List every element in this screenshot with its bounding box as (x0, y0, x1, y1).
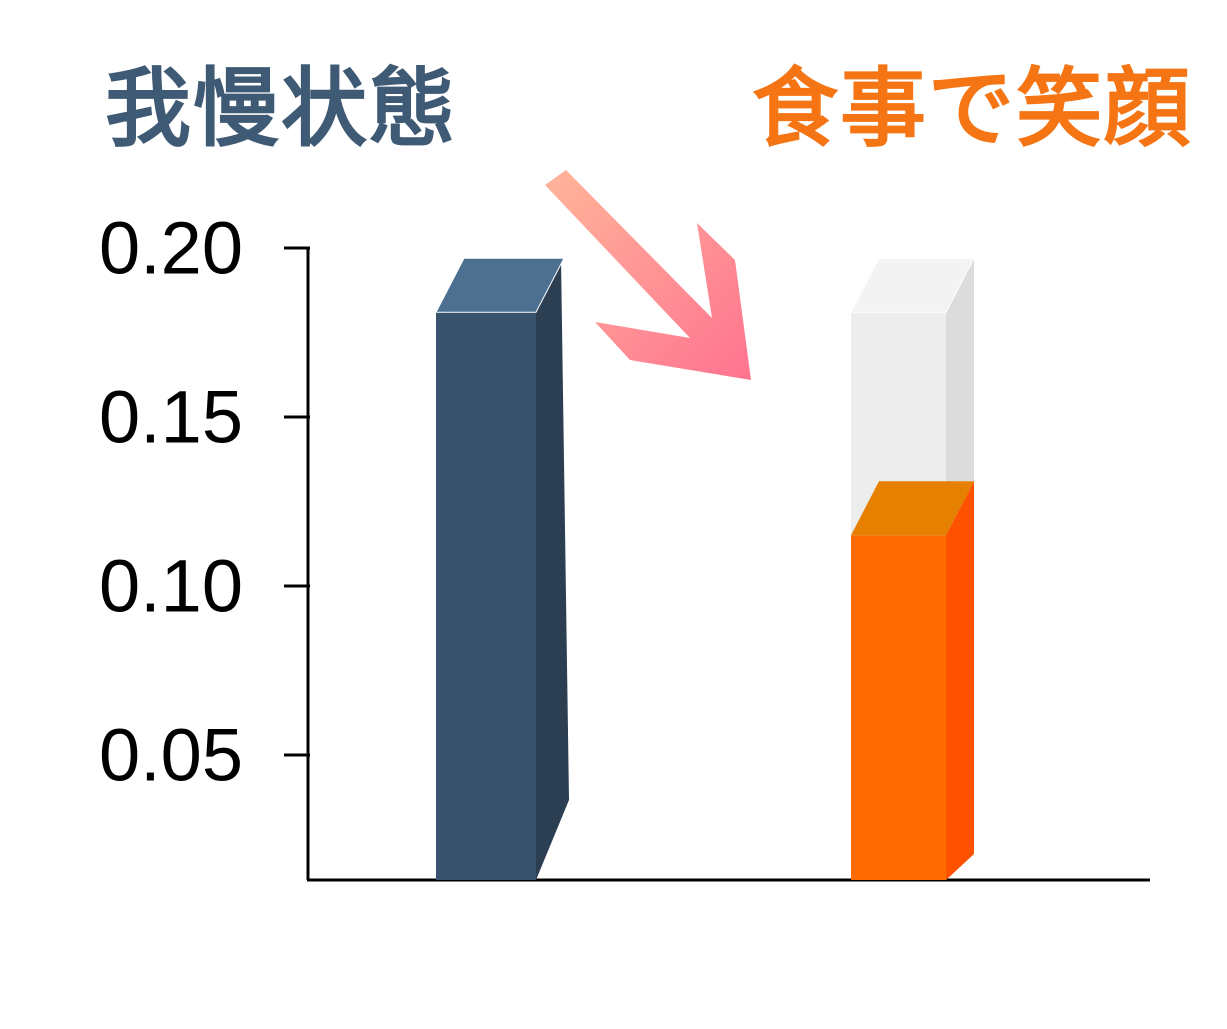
down-right-arrow-icon (545, 170, 751, 380)
bar-gaman-side (536, 258, 569, 881)
bar-gaman (435, 257, 569, 881)
bar-shokuji-side (946, 481, 974, 880)
y-tick-label: 0.05 (99, 713, 243, 796)
bar-shokuji-front (851, 535, 946, 880)
bar-shokuji (851, 481, 974, 880)
bar-gaman-front (436, 312, 536, 881)
y-tick-label: 0.10 (99, 544, 243, 627)
bar-chart: 0.20 0.15 0.10 0.05 (99, 170, 1150, 882)
y-tick-label: 0.20 (99, 207, 243, 290)
y-tick-label: 0.15 (99, 375, 243, 458)
